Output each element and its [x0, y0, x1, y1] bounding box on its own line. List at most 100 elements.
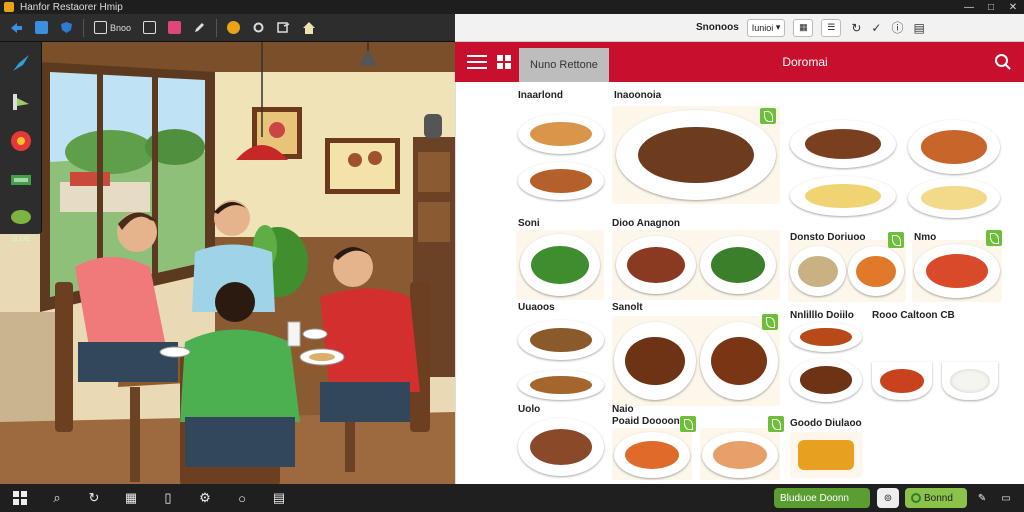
section-label: Poaid Doooon [612, 416, 680, 427]
dish-thumbnail[interactable] [518, 370, 604, 400]
dish-thumbnail [616, 110, 776, 200]
site-header: Nuno Rettone Doromai [455, 42, 1024, 82]
tray-chat-icon: ▭ [1001, 492, 1011, 504]
list-view-button[interactable]: ☰ [821, 18, 842, 37]
section-label: Uuaoos [518, 302, 555, 313]
close-button[interactable]: ✕ [1002, 2, 1024, 13]
color-wheel-tool[interactable] [6, 126, 36, 155]
menu-icon[interactable] [465, 52, 489, 72]
refresh-icon: ↻ [88, 490, 100, 505]
tab-dropdown[interactable]: Iunioi ▾ [746, 18, 786, 37]
editor-canvas[interactable] [0, 42, 455, 484]
tray-chat-button[interactable]: ▭ [997, 488, 1015, 508]
dish-thumbnail[interactable] [872, 362, 932, 400]
search-icon[interactable] [994, 53, 1012, 71]
editor-tools-panel: SLUE [0, 42, 42, 243]
dish-thumbnail[interactable] [518, 418, 604, 476]
dish-thumbnail[interactable] [518, 320, 604, 360]
grid-view-button[interactable]: ▦ [793, 18, 814, 37]
shield-button[interactable] [55, 17, 78, 39]
section-label: Nnlilllo Doiilo [790, 310, 854, 321]
tray-edit-button[interactable]: ✎ [973, 488, 991, 508]
settings-icon [253, 22, 264, 33]
pen-icon [195, 23, 205, 32]
notes-taskbar-button[interactable]: ▤ [269, 488, 289, 508]
brush-tool[interactable] [6, 48, 36, 77]
dish-thumbnail [614, 432, 690, 478]
dish-thumbnail[interactable] [790, 176, 896, 216]
grid-icon [143, 21, 157, 34]
brand-tab[interactable]: Nuno Rettone [519, 48, 609, 82]
file-button[interactable] [163, 17, 186, 39]
info-button[interactable]: ⓘ [891, 19, 903, 36]
refresh-taskbar-button[interactable]: ↻ [84, 488, 104, 508]
dish-thumbnail[interactable] [942, 362, 998, 400]
minimize-button[interactable]: — [958, 2, 980, 13]
settings-taskbar-button[interactable]: ⚙ [195, 488, 215, 508]
taskbar-status-label: Bonnd [924, 492, 953, 504]
refresh-button[interactable]: ↻ [851, 21, 861, 35]
windows-start-button[interactable] [10, 488, 30, 508]
back-arrow-button[interactable] [4, 17, 28, 39]
dish-card[interactable] [788, 232, 906, 302]
circle-taskbar-button[interactable]: ○ [232, 488, 252, 508]
swatch-tool[interactable] [6, 166, 36, 195]
info-icon: ⓘ [891, 21, 904, 35]
dish-card[interactable] [612, 230, 780, 300]
dish-thumbnail[interactable] [908, 120, 1000, 174]
layers-button[interactable] [272, 17, 295, 39]
home-button[interactable] [297, 17, 321, 39]
palette-icon [227, 21, 241, 34]
taskbar-shield-button[interactable]: ⊚ [877, 488, 899, 508]
maximize-button[interactable]: □ [980, 2, 1002, 13]
dish-thumbnail[interactable] [518, 162, 604, 200]
calculator-taskbar-button[interactable]: ▦ [121, 488, 141, 508]
pen-tool-icon [12, 93, 29, 110]
brush-icon [12, 54, 29, 71]
dish-thumbnail[interactable] [790, 358, 862, 402]
taskbar-app-pill[interactable]: Bluduoe Doonn [774, 488, 870, 508]
restaurant-illustration [0, 42, 455, 484]
taskbar-app-label: Bluduoe Doonn [780, 492, 849, 504]
dish-card[interactable] [790, 432, 862, 478]
clipboard-button[interactable]: ▤ [913, 21, 924, 35]
dish-thumbnail [614, 322, 696, 400]
settings-button[interactable] [247, 17, 270, 39]
palette-button[interactable] [222, 17, 245, 39]
vegetarian-badge [680, 416, 696, 432]
dish-card[interactable] [612, 314, 780, 406]
image-button[interactable] [30, 17, 53, 39]
browser-toolbar: Snonoos Iunioi ▾ ▦ ☰ ↻ ✓ ⓘ ▤ [455, 14, 1024, 42]
circle-icon: ○ [238, 490, 246, 506]
dish-thumbnail [848, 246, 904, 296]
dish-thumbnail [702, 432, 778, 478]
dish-thumbnail[interactable] [790, 322, 862, 352]
dish-thumbnail[interactable] [518, 114, 604, 154]
dish-card[interactable] [700, 416, 784, 480]
search-taskbar-button[interactable]: ⌕ [47, 488, 67, 508]
apps-icon[interactable] [497, 55, 511, 69]
dish-thumbnail[interactable] [790, 120, 896, 168]
confirm-button[interactable]: ✓ [871, 21, 881, 35]
dish-thumbnail[interactable] [908, 178, 1000, 218]
dish-card[interactable] [516, 230, 604, 300]
document-taskbar-button[interactable]: ▯ [158, 488, 178, 508]
section-label: Inaoonoia [614, 90, 662, 101]
editor-toolbar: Bnoo [0, 14, 455, 42]
dish-card[interactable] [612, 416, 696, 480]
pen-tool[interactable] [6, 87, 36, 116]
home-icon [303, 21, 316, 34]
arrow-icon [11, 22, 22, 33]
featured-dish-card[interactable] [612, 106, 780, 204]
monitor-button[interactable]: Bnoo [89, 17, 136, 39]
dish-card[interactable] [912, 230, 1002, 302]
toolbar-divider [216, 18, 218, 37]
window-title: Hanfor Restaorer Hmip [20, 1, 123, 13]
dish-thumbnail [700, 236, 776, 294]
clipboard-icon: ▤ [913, 20, 925, 35]
grid-button[interactable] [138, 17, 161, 39]
pen-button[interactable] [188, 17, 211, 39]
swatch-icon [10, 175, 31, 186]
taskbar-status-pill[interactable]: Bonnd [905, 488, 967, 508]
leaf-tool[interactable]: SLUE [6, 205, 36, 243]
